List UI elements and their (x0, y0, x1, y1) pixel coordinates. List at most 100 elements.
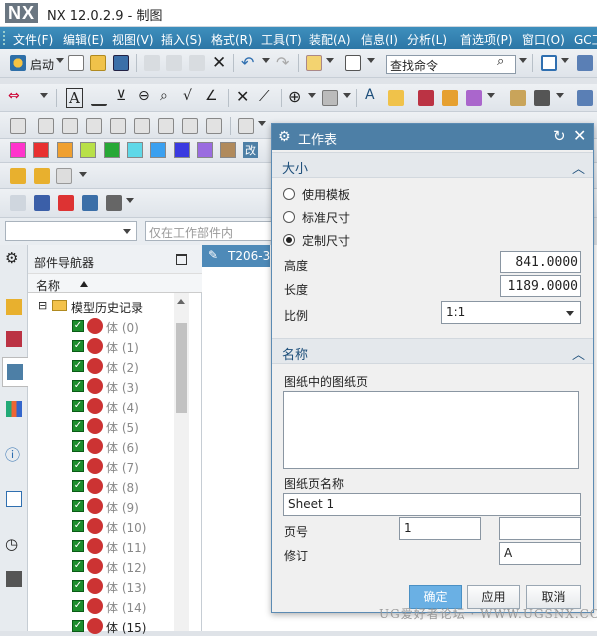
undo-icon[interactable]: ↶ (241, 53, 254, 72)
visibility-checkbox[interactable]: ✓ (72, 460, 84, 472)
chevron-down-icon[interactable] (566, 311, 574, 316)
cross-icon[interactable]: ✕ (236, 87, 249, 106)
layer-dropdown-icon[interactable] (126, 198, 134, 203)
color-swatch-sky-blue[interactable] (150, 142, 166, 158)
grid-table-icon[interactable] (534, 90, 550, 106)
menu-format[interactable]: 格式(R) (211, 31, 253, 48)
radio-standard-size-label[interactable]: 标准尺寸 (302, 209, 350, 226)
window-layout-icon[interactable] (541, 55, 557, 71)
centerline-icon[interactable]: ⟋ (259, 87, 270, 105)
sheet-name-input[interactable]: Sheet 1 (283, 493, 581, 516)
visibility-checkbox[interactable]: ✓ (72, 340, 84, 352)
tree-row[interactable]: ✓ 体 (14) (28, 596, 188, 616)
detail-view-icon[interactable] (62, 118, 78, 134)
tree-row[interactable]: ✓ 体 (13) (28, 576, 188, 596)
size-section-header[interactable]: 大小 ︿ (272, 152, 593, 178)
menu-window[interactable]: 窗口(O) (522, 31, 565, 48)
tree-row[interactable]: ✓ 体 (3) (28, 376, 188, 396)
tree-row[interactable]: ✓ 体 (6) (28, 436, 188, 456)
note-icon[interactable]: A (66, 88, 83, 108)
paste-special-dropdown-icon[interactable] (326, 58, 334, 63)
properties-icon[interactable] (388, 90, 404, 106)
break-view-icon[interactable] (110, 118, 126, 134)
image-icon[interactable] (322, 90, 338, 106)
tree-row[interactable]: ✓ 体 (10) (28, 516, 188, 536)
drawing-tab[interactable]: ✎ T206-3 (202, 245, 270, 267)
save-icon[interactable] (113, 55, 129, 71)
visibility-checkbox[interactable]: ✓ (72, 400, 84, 412)
menu-view[interactable]: 视图(V) (112, 31, 154, 48)
color-swatch-cyan[interactable] (127, 142, 143, 158)
menu-file[interactable]: 文件(F) (13, 31, 53, 48)
copy-icon[interactable] (166, 55, 182, 71)
markup-icon[interactable] (58, 195, 74, 211)
new-file-icon[interactable] (68, 55, 84, 71)
update-view-icon[interactable] (158, 118, 174, 134)
assembly-dropdown-icon[interactable] (79, 172, 87, 177)
close-icon[interactable]: ✕ (573, 126, 586, 145)
selection-box-icon[interactable] (345, 55, 361, 71)
stamp-icon[interactable] (34, 195, 50, 211)
drafting-dropdown-icon[interactable] (40, 93, 48, 98)
edit-color-icon[interactable]: 改 (243, 142, 258, 158)
tree-row[interactable]: ✓ 体 (11) (28, 536, 188, 556)
part-navigator-tab[interactable] (2, 357, 28, 387)
radio-standard-size[interactable] (283, 211, 295, 223)
sheets-list[interactable] (283, 391, 579, 469)
web-browser-icon[interactable] (6, 491, 22, 507)
radio-custom-size-label[interactable]: 定制尺寸 (302, 232, 350, 249)
paste-special-icon[interactable] (306, 55, 322, 71)
menu-gc-toolbox[interactable]: GC工 (574, 31, 597, 48)
start-icon[interactable] (10, 55, 26, 71)
projected-view-icon[interactable] (38, 118, 54, 134)
view-box-icon[interactable] (442, 90, 458, 106)
zoom-icon[interactable]: ⊖ (138, 88, 150, 104)
collapse-caret-icon[interactable]: ︿ (572, 344, 585, 363)
scroll-up-icon[interactable] (177, 299, 185, 304)
start-dropdown-icon[interactable] (56, 58, 64, 63)
collapse-toggle-icon[interactable]: ⊟ (38, 299, 47, 312)
selection-dropdown-icon[interactable] (367, 58, 375, 63)
visibility-checkbox[interactable]: ✓ (72, 480, 84, 492)
history-clock-icon[interactable]: ◷ (5, 535, 18, 553)
tree-row[interactable]: ✓ 体 (5) (28, 416, 188, 436)
gear-icon[interactable]: ⚙ (278, 129, 291, 145)
constraint-navigator-tab-icon[interactable] (6, 331, 22, 347)
tree-row[interactable]: ✓ 体 (15) (28, 616, 188, 636)
visibility-checkbox[interactable]: ✓ (72, 380, 84, 392)
delete-icon[interactable]: ✕ (212, 53, 226, 73)
paste-icon[interactable] (189, 55, 205, 71)
name-section-header[interactable]: 名称 ︿ (272, 338, 593, 364)
page-number-extra-input[interactable] (499, 517, 581, 540)
menu-analysis[interactable]: 分析(L) (407, 31, 447, 48)
part-list-icon[interactable] (577, 90, 593, 106)
type-filter-select[interactable] (5, 221, 137, 241)
layer-icon[interactable] (106, 195, 122, 211)
tree-row[interactable]: ✓ 体 (1) (28, 336, 188, 356)
visibility-checkbox[interactable]: ✓ (72, 420, 84, 432)
view-dropdown-icon[interactable] (487, 93, 495, 98)
system-materials-icon[interactable] (6, 571, 22, 587)
assembly-navigator-tab-icon[interactable] (6, 299, 22, 315)
visibility-checkbox[interactable]: ✓ (72, 520, 84, 532)
navigator-scrollbar[interactable] (174, 293, 189, 631)
radio-custom-size[interactable] (283, 234, 295, 246)
color-swatch-red[interactable] (33, 142, 49, 158)
dialog-title-bar[interactable]: ⚙ 工作表 ↻ ✕ (272, 124, 593, 150)
menu-insert[interactable]: 插入(S) (161, 31, 202, 48)
color-swatch-green[interactable] (104, 142, 120, 158)
menu-information[interactable]: 信息(I) (361, 31, 398, 48)
view-alignment-icon[interactable] (206, 118, 222, 134)
tree-row[interactable]: ✓ 体 (12) (28, 556, 188, 576)
maximize-icon[interactable] (176, 254, 187, 265)
radio-use-template-label[interactable]: 使用模板 (302, 186, 350, 203)
assembly-constraint-icon[interactable] (34, 168, 50, 184)
menu-tools[interactable]: 工具(T) (261, 31, 302, 48)
selection-scope-select[interactable]: 仅在工作部件内 (145, 221, 272, 241)
base-view-icon[interactable] (10, 118, 26, 134)
image-dropdown-icon[interactable] (343, 93, 351, 98)
scale-select[interactable]: 1:1 (441, 301, 581, 324)
feature-control-icon[interactable] (91, 90, 107, 106)
radio-use-template[interactable] (283, 188, 295, 200)
section-view-icon[interactable] (466, 90, 482, 106)
